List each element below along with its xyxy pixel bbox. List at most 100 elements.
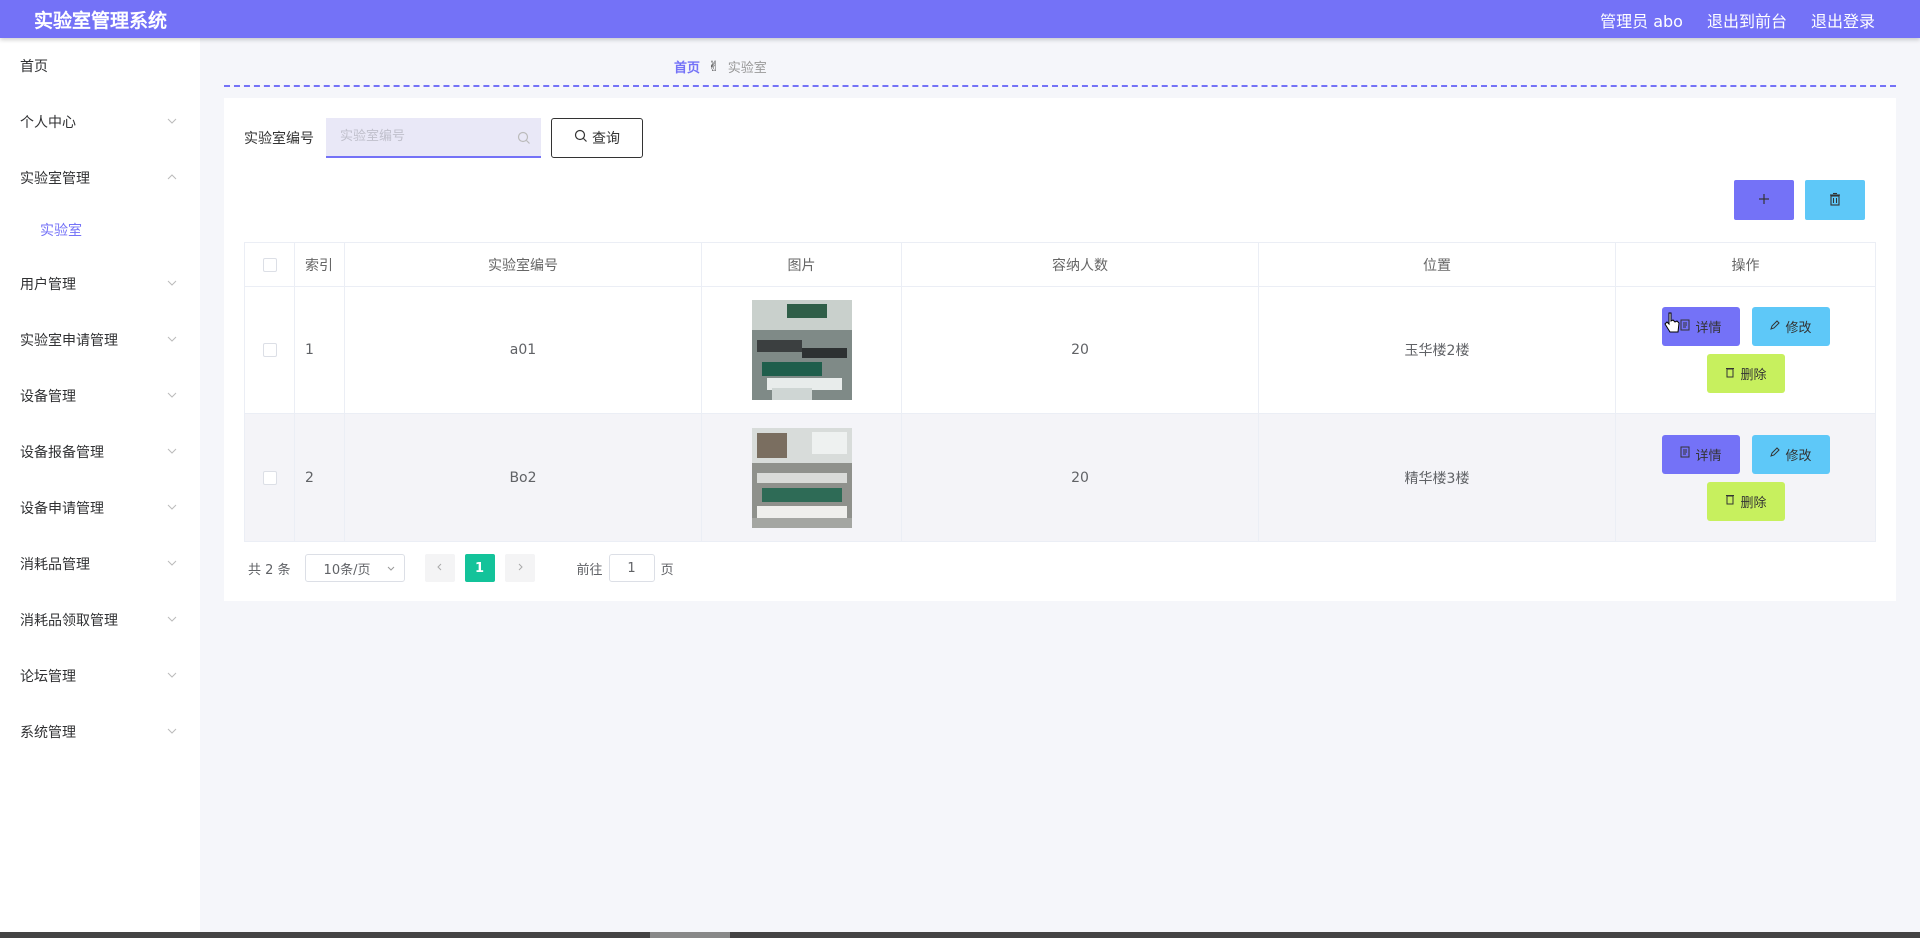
- divider: [224, 85, 1896, 87]
- prev-page-button[interactable]: [424, 554, 455, 582]
- sidebar-item-equipment-application[interactable]: 设备申请管理: [0, 488, 200, 528]
- sidebar-item-user-management[interactable]: 用户管理: [0, 264, 200, 304]
- app-title: 实验室管理系统: [34, 10, 168, 32]
- sidebar-item-home[interactable]: 首页: [0, 46, 200, 86]
- edit-button[interactable]: 修改: [1751, 307, 1830, 346]
- delete-button[interactable]: 删除: [1706, 354, 1785, 393]
- breadcrumb: 首页 ✌ 实验室: [674, 57, 767, 77]
- chevron-down-icon: [386, 563, 396, 573]
- trash-icon: [1724, 366, 1736, 382]
- scrollbar-thumb[interactable]: [650, 932, 730, 938]
- sidebar-item-equipment-report[interactable]: 设备报备管理: [0, 432, 200, 472]
- row-image-cell: [702, 414, 902, 541]
- hand-icon: ✌: [708, 58, 720, 75]
- edit-button[interactable]: 修改: [1751, 434, 1830, 474]
- sidebar-item-label: 设备申请管理: [20, 501, 104, 517]
- header-location: 位置: [1259, 243, 1616, 286]
- query-button-label: 查询: [592, 131, 620, 147]
- chevron-up-icon: [166, 171, 178, 183]
- row-location: 精华楼3楼: [1259, 414, 1616, 541]
- pagination-total: 共 2 条: [248, 562, 291, 578]
- sidebar-item-system[interactable]: 系统管理: [0, 712, 200, 752]
- goto-label: 前往: [576, 562, 603, 578]
- sidebar-item-label: 实验室管理: [20, 171, 90, 187]
- chevron-down-icon: [166, 557, 178, 569]
- sidebar-item-lab-application[interactable]: 实验室申请管理: [0, 320, 200, 360]
- query-button[interactable]: 查询: [551, 118, 643, 158]
- top-bar: 实验室管理系统 管理员 abo 退出到前台 退出登录: [0, 0, 1920, 38]
- logout-link[interactable]: 退出登录: [1811, 8, 1875, 32]
- lab-photo[interactable]: [751, 427, 852, 528]
- row-index: 2: [295, 414, 345, 541]
- row-location: 玉华楼2楼: [1259, 287, 1616, 413]
- row-capacity: 20: [902, 414, 1259, 541]
- detail-button[interactable]: 详情: [1661, 434, 1740, 474]
- chevron-down-icon: [166, 115, 178, 127]
- bottom-scrollbar[interactable]: [0, 932, 1920, 938]
- goto-page-input[interactable]: [608, 554, 655, 582]
- sidebar-item-label: 实验室: [40, 223, 82, 239]
- sidebar-item-label: 系统管理: [20, 725, 76, 741]
- table-row: 2 Bo2 20 精华楼3楼 详情 修改 删除: [245, 414, 1875, 541]
- table-header: 索引 实验室编号 图片 容纳人数 位置 操作: [245, 243, 1875, 287]
- row-image-cell: [702, 287, 902, 413]
- sidebar-item-consumable-pickup[interactable]: 消耗品领取管理: [0, 600, 200, 640]
- plus-icon: [1757, 191, 1771, 210]
- next-page-button[interactable]: [504, 554, 535, 582]
- chevron-down-icon: [166, 613, 178, 625]
- search-input[interactable]: [326, 118, 506, 154]
- sidebar-item-label: 论坛管理: [20, 669, 76, 685]
- chevron-down-icon: [166, 445, 178, 457]
- trash-icon: [1828, 191, 1842, 210]
- detail-button-label: 详情: [1695, 321, 1722, 336]
- chevron-down-icon: [166, 669, 178, 681]
- header-lab-no: 实验室编号: [345, 243, 702, 286]
- sidebar-item-label: 消耗品领取管理: [20, 613, 118, 629]
- table-row: 1 a01 20 玉华楼2楼 详情 修改 删除: [245, 287, 1875, 414]
- row-checkbox[interactable]: [262, 343, 277, 357]
- page-unit-label: 页: [660, 562, 674, 578]
- sidebar-item-label: 个人中心: [20, 115, 76, 131]
- search-label: 实验室编号: [244, 131, 314, 147]
- row-checkbox[interactable]: [262, 470, 277, 485]
- chevron-down-icon: [166, 333, 178, 345]
- row-capacity: 20: [902, 287, 1259, 413]
- row-check-cell: [245, 287, 295, 413]
- detail-button-label: 详情: [1695, 448, 1722, 464]
- delete-button[interactable]: 删除: [1706, 481, 1785, 521]
- sidebar-item-personal-center[interactable]: 个人中心: [0, 102, 200, 142]
- sidebar-item-equipment[interactable]: 设备管理: [0, 376, 200, 416]
- sidebar-item-label: 用户管理: [20, 277, 76, 293]
- batch-delete-button[interactable]: [1805, 180, 1865, 220]
- top-links: 管理员 abo 退出到前台 退出登录: [1600, 8, 1875, 32]
- pencil-icon: [1769, 446, 1781, 462]
- user-label: 管理员 abo: [1600, 12, 1683, 31]
- select-all-checkbox[interactable]: [262, 257, 277, 272]
- sidebar-item-label: 设备报备管理: [20, 445, 104, 461]
- page-size-select[interactable]: 10条/页: [304, 554, 405, 582]
- lab-table: 索引 实验室编号 图片 容纳人数 位置 操作 1 a01 20 玉华楼2楼 详情…: [244, 242, 1876, 542]
- delete-button-label: 删除: [1740, 368, 1767, 383]
- chevron-down-icon: [166, 277, 178, 289]
- edit-button-label: 修改: [1785, 321, 1812, 336]
- page-number-current[interactable]: 1: [464, 554, 495, 582]
- sidebar-item-label: 设备管理: [20, 389, 76, 405]
- chevron-down-icon: [166, 501, 178, 513]
- search-field: [326, 118, 541, 158]
- add-button[interactable]: [1734, 180, 1794, 220]
- hand-cursor-icon: [1664, 312, 1680, 334]
- page-size-value: 10条/页: [323, 562, 371, 578]
- breadcrumb-home[interactable]: 首页: [674, 57, 700, 76]
- sidebar-item-forum[interactable]: 论坛管理: [0, 656, 200, 696]
- back-to-front-link[interactable]: 退出到前台: [1707, 8, 1787, 32]
- sidebar-item-lab[interactable]: 实验室: [0, 210, 200, 250]
- sidebar-item-consumables[interactable]: 消耗品管理: [0, 544, 200, 584]
- lab-photo[interactable]: [751, 300, 852, 400]
- row-actions: 详情 修改 删除: [1616, 287, 1875, 413]
- document-icon: [1679, 319, 1691, 335]
- chevron-left-icon: [435, 561, 445, 576]
- chevron-right-icon: [515, 561, 525, 576]
- header-index: 索引: [295, 243, 345, 286]
- sidebar-item-lab-management[interactable]: 实验室管理: [0, 158, 200, 198]
- header-image: 图片: [702, 243, 902, 286]
